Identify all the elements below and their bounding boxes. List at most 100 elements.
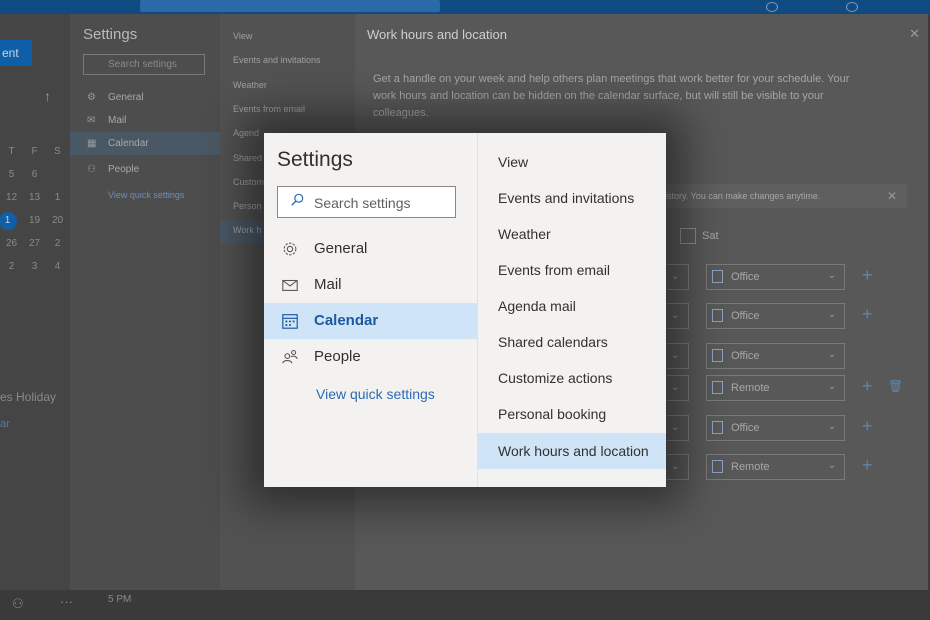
time-dropdown[interactable]: ⌄ <box>667 375 689 401</box>
subnav-item-shared-calendars[interactable]: Shared calendars <box>478 324 666 360</box>
subnav-item[interactable]: View <box>220 27 355 49</box>
delete-icon[interactable]: 🗑 <box>888 379 903 393</box>
gear-icon: ⚙ <box>87 92 96 103</box>
nav-item-people[interactable]: People <box>264 339 477 375</box>
time-dropdown[interactable]: ⌄ <box>667 343 689 369</box>
nav-item-mail[interactable]: ✉ Mail <box>70 109 220 132</box>
weekday-header-row: T F S <box>0 140 70 163</box>
saturday-checkbox[interactable]: Sat <box>680 228 719 244</box>
subnav-item[interactable]: Events from email <box>220 100 355 122</box>
add-icon[interactable]: + <box>862 304 873 325</box>
location-dropdown[interactable]: Remote ⌄ <box>706 375 845 401</box>
building-icon <box>712 270 723 283</box>
chevron-down-icon: ⌄ <box>827 309 836 320</box>
add-icon[interactable]: + <box>862 416 873 437</box>
day-cell[interactable]: 5 <box>0 169 23 180</box>
add-icon[interactable]: + <box>862 376 873 397</box>
weekday-header: S <box>54 146 61 157</box>
day-cell[interactable]: 4 <box>46 261 69 272</box>
settings-title: Settings <box>277 148 353 171</box>
gear-icon <box>283 242 297 256</box>
bottom-bar: ⚇ ··· 5 PM <box>0 590 930 620</box>
settings-icon[interactable] <box>846 2 858 12</box>
new-event-button[interactable]: ent <box>0 40 32 66</box>
nav-item-mail[interactable]: Mail <box>264 267 477 303</box>
day-cell[interactable]: 19 <box>23 215 46 226</box>
location-dropdown[interactable]: Office ⌄ <box>706 343 845 369</box>
subnav-item-weather[interactable]: Weather <box>478 216 666 252</box>
day-cell[interactable]: 6 <box>23 169 46 180</box>
day-cell[interactable]: 2 <box>0 261 23 272</box>
chevron-down-icon: ⌄ <box>827 460 836 471</box>
chevron-down-icon: ⌄ <box>827 381 836 392</box>
subnav-item-events-from-email[interactable]: Events from email <box>478 252 666 288</box>
building-icon <box>712 309 723 322</box>
panel-title: Work hours and location <box>367 27 507 42</box>
monitor-icon <box>712 381 723 394</box>
close-icon[interactable]: ✕ <box>909 26 920 42</box>
time-dropdown[interactable]: ⌄ <box>667 303 689 329</box>
mail-icon: ✉ <box>87 115 96 126</box>
subnav-item-view[interactable]: View <box>478 144 666 180</box>
subnav-item[interactable]: Weather <box>220 76 355 98</box>
location-dropdown[interactable]: Remote ⌄ <box>706 454 845 480</box>
left-pane: ent ↑ T F S 5 6 12 13 1 1 19 20 26 27 2 … <box>0 14 70 620</box>
weekday-header: T <box>8 146 15 157</box>
location-dropdown[interactable]: Office ⌄ <box>706 303 845 329</box>
dismiss-icon[interactable]: ✕ <box>887 189 897 203</box>
subnav-item-events-invitations[interactable]: Events and invitations <box>478 180 666 216</box>
day-cell[interactable]: 2 <box>46 238 69 249</box>
time-dropdown[interactable]: ⌄ <box>667 454 689 480</box>
subnav-item-work-hours[interactable]: Work hours and location <box>478 433 666 469</box>
more-icon[interactable]: ··· <box>60 594 73 609</box>
settings-search-input[interactable] <box>314 194 449 212</box>
info-banner: history. You can make changes anytime. ✕ <box>635 184 907 208</box>
settings-search-box[interactable] <box>277 186 456 218</box>
nav-item-general[interactable]: ⚙ General <box>70 86 220 109</box>
subnav-item-agenda-mail[interactable]: Agenda mail <box>478 288 666 324</box>
day-cell[interactable]: 20 <box>46 215 69 226</box>
day-cell[interactable]: 12 <box>0 192 23 203</box>
settings-title: Settings <box>83 26 138 43</box>
day-cell[interactable]: 1 <box>46 192 69 203</box>
week-row: 1 19 20 <box>0 209 70 232</box>
search-icon <box>291 193 304 206</box>
selected-day[interactable]: 1 <box>0 211 23 230</box>
help-icon[interactable] <box>766 2 778 12</box>
add-icon[interactable]: + <box>862 455 873 476</box>
location-dropdown[interactable]: Office ⌄ <box>706 415 845 441</box>
week-row: 26 27 2 <box>0 232 70 255</box>
time-dropdown[interactable]: ⌄ <box>667 415 689 441</box>
chevron-down-icon: ⌄ <box>827 270 836 281</box>
day-cell[interactable]: 3 <box>23 261 46 272</box>
calendar-icon: ▦ <box>87 138 97 149</box>
calendar-subnav: View Events and invitations Weather Even… <box>477 133 666 487</box>
global-search-box[interactable] <box>140 0 440 12</box>
arrow-up-icon[interactable]: ↑ <box>44 88 51 104</box>
subnav-item-customize-actions[interactable]: Customize actions <box>478 360 666 396</box>
chevron-down-icon: ⌄ <box>827 349 836 360</box>
holiday-calendar-link[interactable]: ar <box>0 418 10 430</box>
view-quick-settings-link[interactable]: View quick settings <box>108 190 184 200</box>
nav-item-calendar[interactable]: ▦ Calendar <box>70 132 220 155</box>
people-icon[interactable]: ⚇ <box>12 596 24 612</box>
day-cell[interactable]: 13 <box>23 192 46 203</box>
calendar-icon <box>282 314 298 329</box>
time-dropdown[interactable]: ⌄ <box>667 264 689 290</box>
day-cell[interactable]: 26 <box>0 238 23 249</box>
nav-item-people[interactable]: ⚇ People <box>70 158 220 181</box>
settings-search-input[interactable]: Search settings <box>83 54 205 75</box>
location-dropdown[interactable]: Office ⌄ <box>706 264 845 290</box>
nav-item-general[interactable]: General <box>264 231 477 267</box>
subnav-item-personal-booking[interactable]: Personal booking <box>478 396 666 432</box>
nav-item-calendar[interactable]: Calendar <box>264 303 477 339</box>
settings-nav: Settings General Mail Calendar People Vi… <box>264 133 477 487</box>
top-bar <box>0 0 930 14</box>
people-icon <box>282 349 298 364</box>
time-label: 5 PM <box>108 594 132 605</box>
subnav-item[interactable]: Events and invitations <box>220 51 355 73</box>
view-quick-settings-link[interactable]: View quick settings <box>316 386 435 402</box>
panel-description: Get a handle on your week and help other… <box>373 73 850 119</box>
add-icon[interactable]: + <box>862 265 873 286</box>
day-cell[interactable]: 27 <box>23 238 46 249</box>
